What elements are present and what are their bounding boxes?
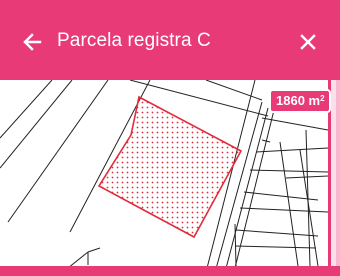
parcel-area-value: 1860 m (276, 93, 321, 108)
bottom-sheet-edge (0, 266, 340, 276)
parcel-area-unit: 2 (320, 94, 325, 103)
selected-parcel[interactable] (97, 95, 243, 239)
arrow-left-icon (23, 33, 42, 51)
parcel-area-badge: 1860 m2 (269, 89, 331, 113)
app-bar: Parcela registra C (0, 0, 340, 80)
close-icon (300, 34, 316, 50)
page-title: Parcela registra C (57, 30, 211, 51)
close-button[interactable] (294, 28, 322, 56)
back-button[interactable] (18, 28, 46, 56)
parcel-screen: Parcela registra C 1860 m2 (0, 0, 340, 276)
